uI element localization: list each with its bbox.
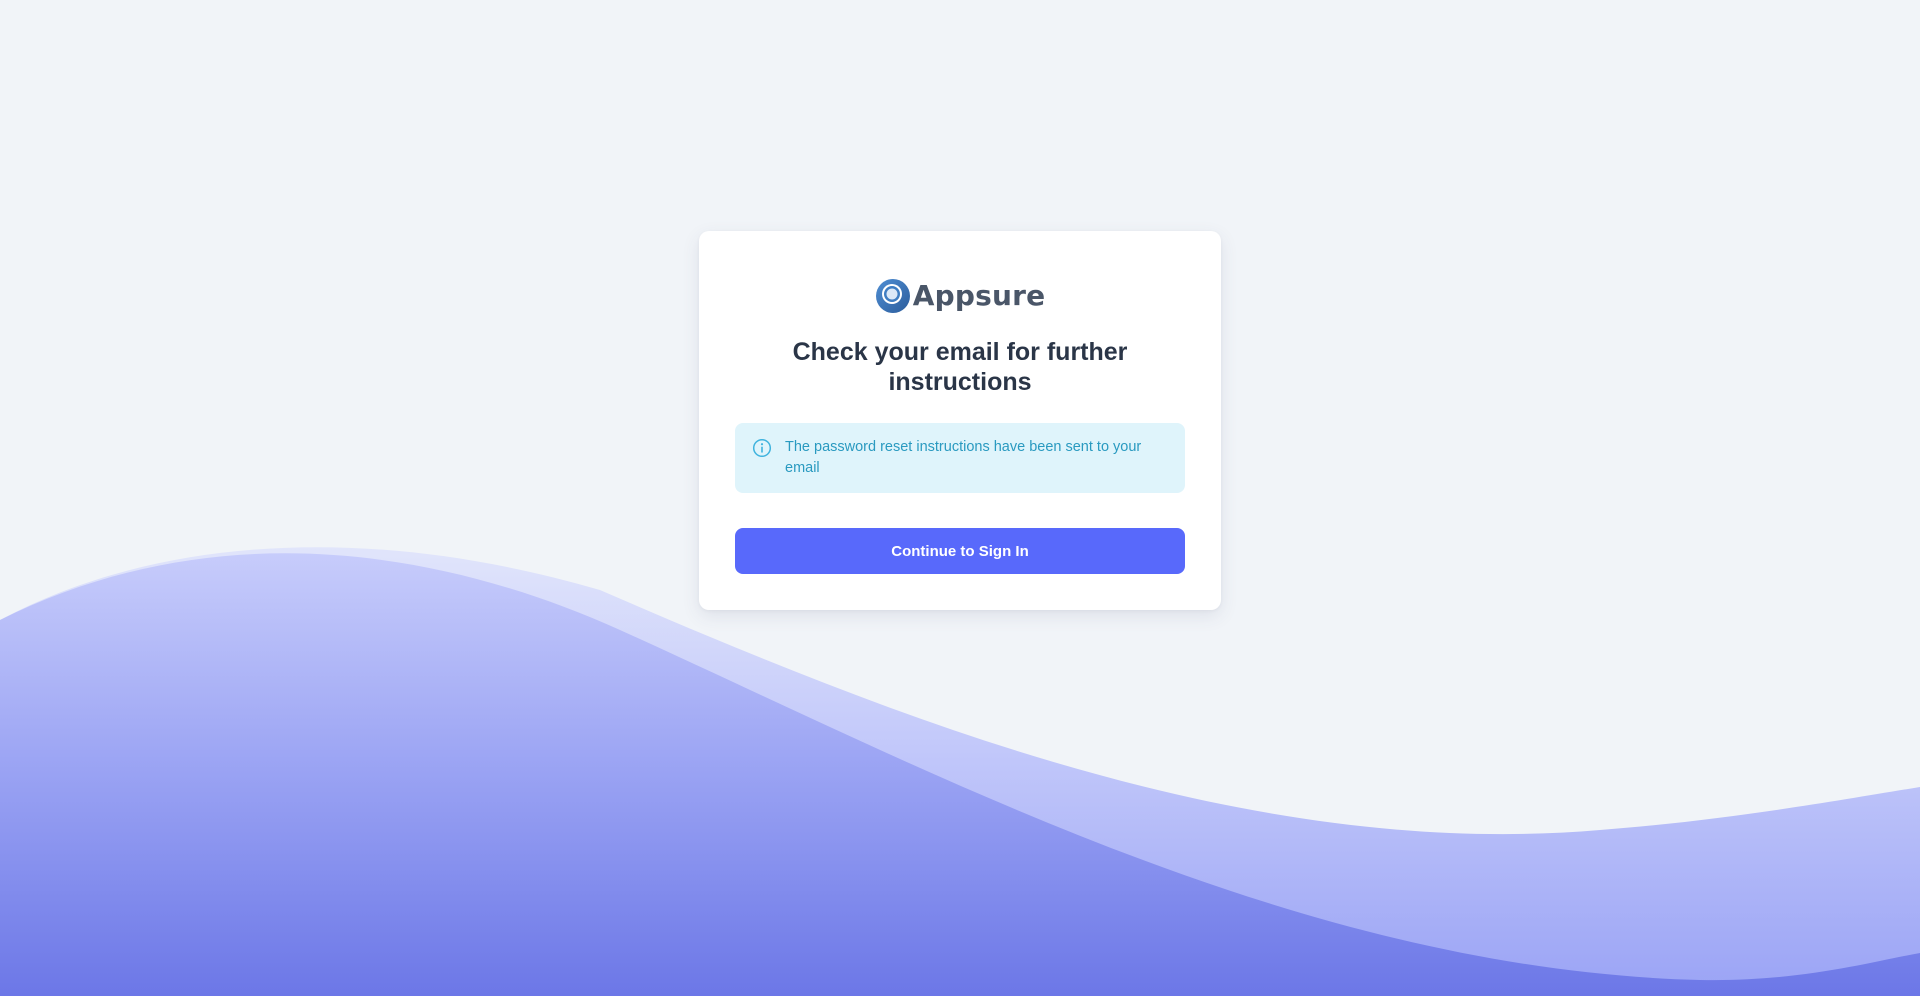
alert-message: The password reset instructions have bee… xyxy=(785,439,1142,476)
page-title: Check your email for further instruction… xyxy=(792,338,1128,396)
brand-logo: Appsure xyxy=(699,276,1221,316)
info-icon xyxy=(752,438,772,458)
brand-name: Appsure xyxy=(912,279,1046,312)
appsure-logo-icon xyxy=(875,279,910,313)
info-alert: The password reset instructions have bee… xyxy=(735,423,1185,493)
continue-to-sign-in-button[interactable]: Continue to Sign In xyxy=(735,528,1185,574)
reset-confirmation-card: Appsure Check your email for further ins… xyxy=(699,231,1221,610)
